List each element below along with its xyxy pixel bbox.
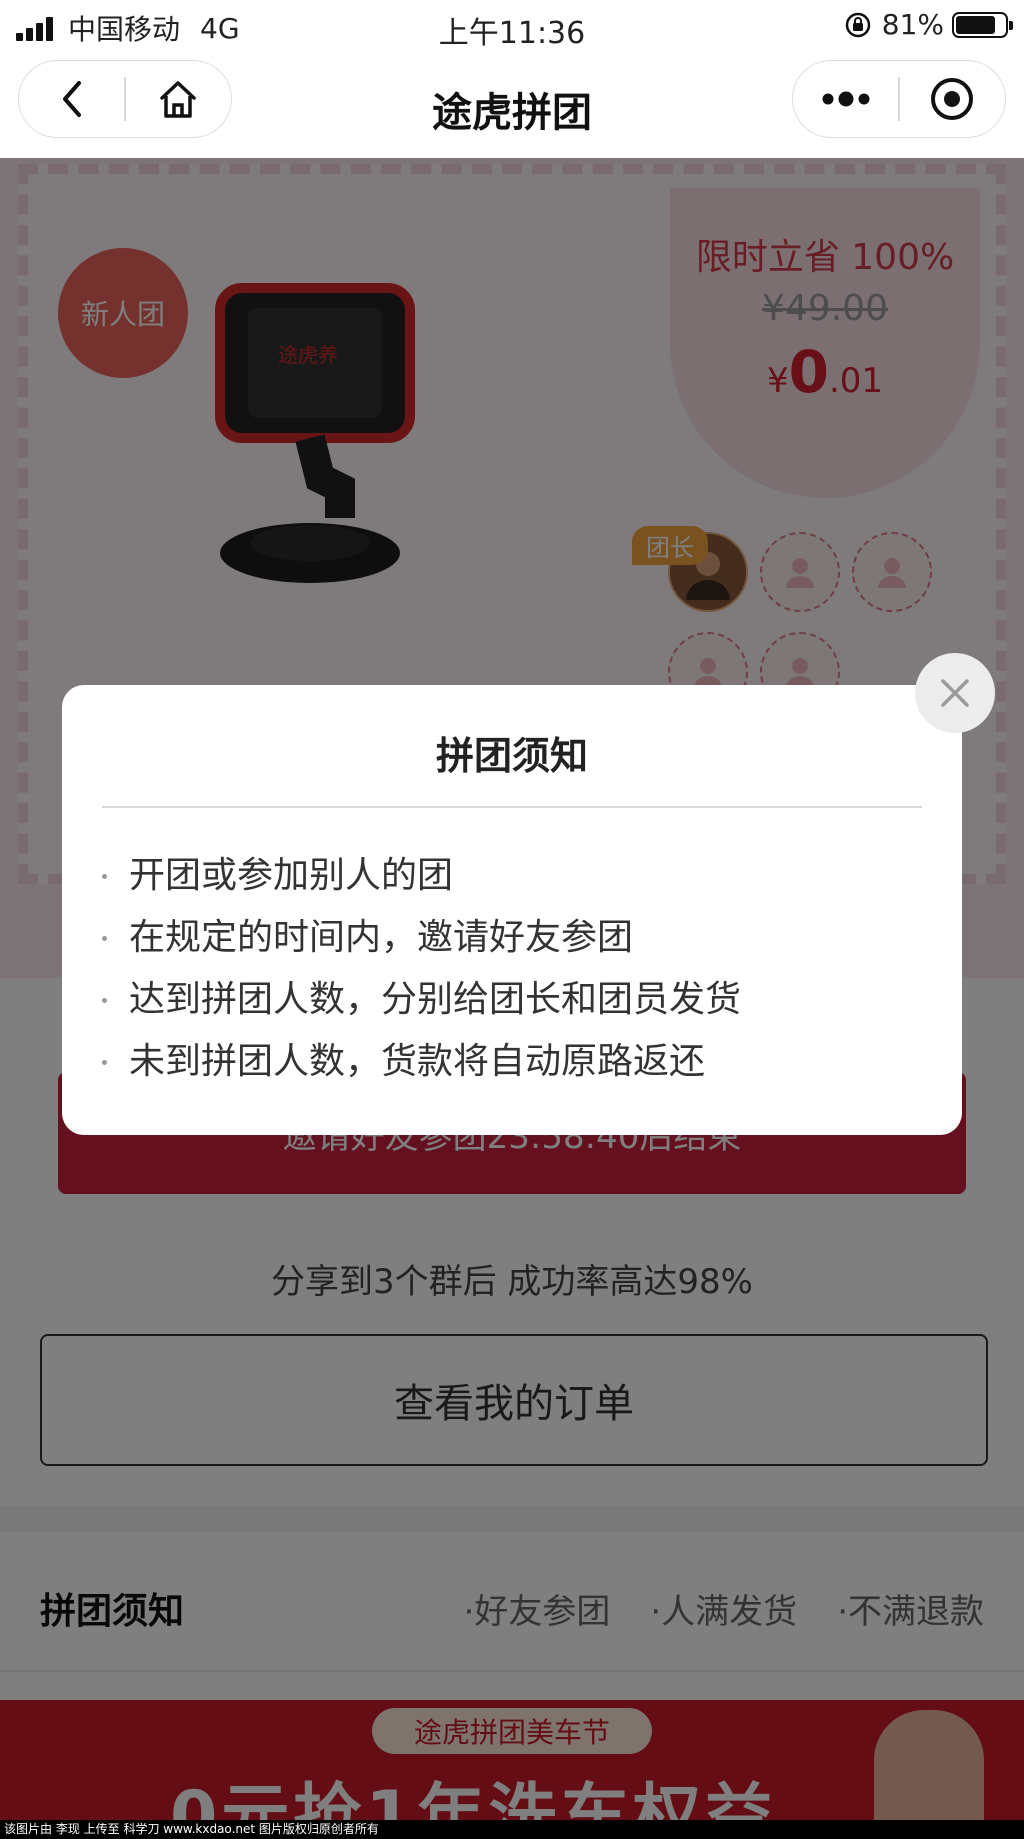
battery-icon	[952, 11, 1013, 38]
nav-bar: 途虎拼团	[0, 52, 1024, 158]
bullet-icon	[102, 935, 107, 941]
rule-text: 达到拼团人数，分别给团长和团员发货	[129, 979, 742, 1020]
watermark: 该图片由 李现 上传至 科学刀 www.kxdao.net 图片版权归原创者所有	[0, 1820, 1024, 1839]
status-bar: 中国移动 4G 上午11:36 81%	[0, 0, 1024, 52]
battery-percent: 81%	[881, 8, 944, 41]
status-right: 81%	[844, 8, 1013, 41]
rule-text: 在规定的时间内，邀请好友参团	[129, 917, 634, 958]
group-rules-modal: 拼团须知 开团或参加别人的团 在规定的时间内，邀请好友参团 达到拼团人数，分别给…	[62, 685, 962, 1135]
rule-text: 未到拼团人数，货款将自动原路返还	[129, 1041, 706, 1082]
modal-divider	[102, 806, 922, 808]
bullet-icon	[102, 873, 107, 879]
target-circle-icon	[931, 78, 974, 120]
more-button[interactable]	[793, 61, 898, 137]
close-icon	[941, 679, 969, 707]
bullet-icon	[102, 997, 107, 1003]
rule-text: 开团或参加别人的团	[129, 855, 454, 896]
close-miniprogram-button[interactable]	[900, 61, 1005, 137]
bullet-icon	[102, 1059, 107, 1065]
modal-rule-item: 开团或参加别人的团	[98, 845, 741, 907]
orientation-lock-icon	[845, 12, 871, 37]
nav-capsule-right	[792, 60, 1006, 138]
more-dots-icon	[822, 91, 870, 107]
modal-rules-list: 开团或参加别人的团 在规定的时间内，邀请好友参团 达到拼团人数，分别给团长和团员…	[98, 845, 741, 1093]
modal-title: 拼团须知	[435, 734, 588, 778]
modal-close-button[interactable]	[915, 653, 995, 733]
modal-rule-item: 达到拼团人数，分别给团长和团员发货	[98, 969, 741, 1031]
modal-rule-item: 未到拼团人数，货款将自动原路返还	[98, 1031, 741, 1093]
modal-rule-item: 在规定的时间内，邀请好友参团	[98, 907, 741, 969]
